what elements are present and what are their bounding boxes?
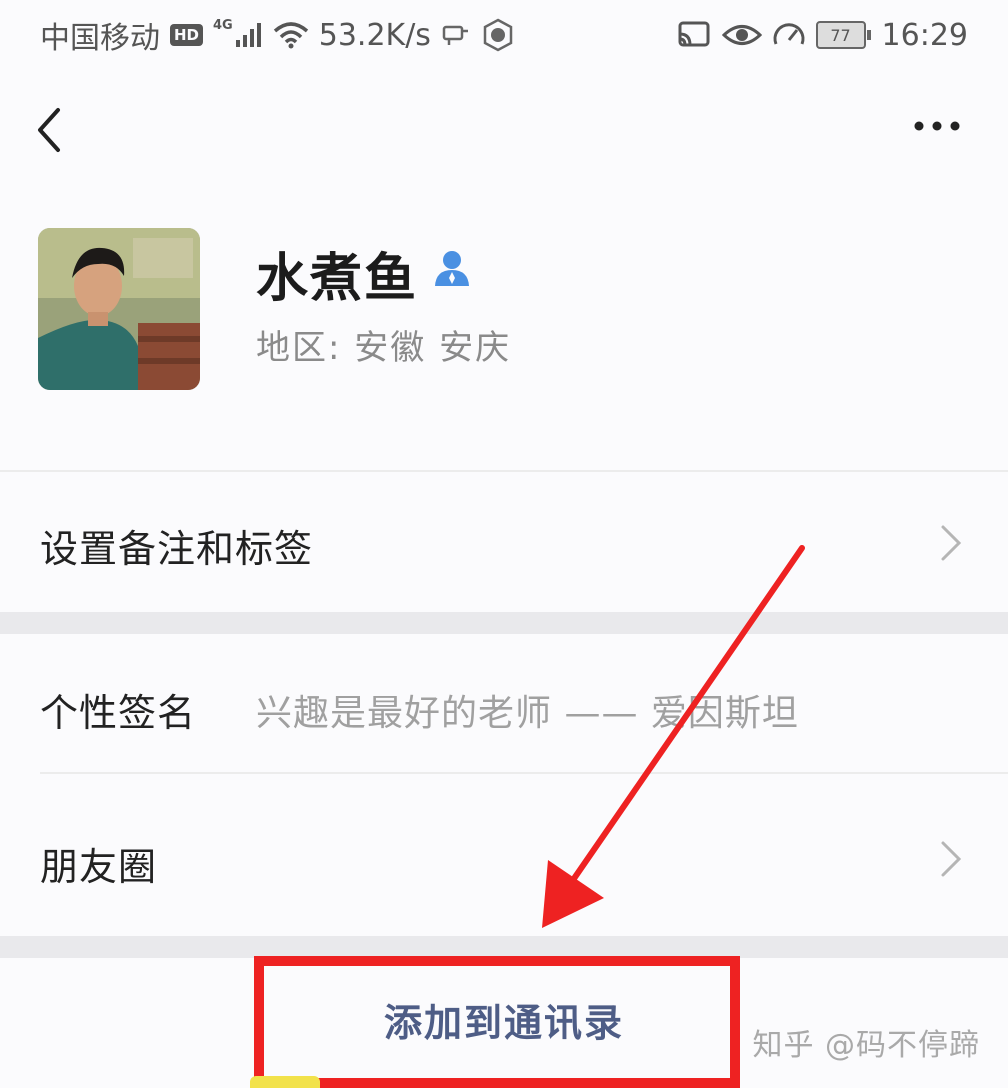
speedometer-icon xyxy=(773,23,805,45)
signature-value: 兴趣是最好的老师 —— 爱因斯坦 xyxy=(256,693,799,734)
cast-icon xyxy=(678,21,710,47)
moments-row[interactable]: 朋友圈 xyxy=(0,774,1008,936)
nav-bar xyxy=(0,80,1008,176)
battery-level: 77 xyxy=(830,25,851,45)
moments-label: 朋友圈 xyxy=(40,845,158,889)
profile-name: 水煮鱼 xyxy=(256,249,419,309)
clock: 16:29 xyxy=(881,17,968,53)
notification-icon xyxy=(442,25,468,45)
battery-icon: 77 xyxy=(815,21,871,49)
signature-row: 个性签名 兴趣是最好的老师 —— 爱因斯坦 xyxy=(0,634,1008,772)
decorative-blob xyxy=(250,1076,320,1088)
status-bar: 中国移动 HD 4G 53.2K/s 77 16:29 xyxy=(0,0,1008,70)
app-icon xyxy=(483,18,513,52)
remark-label: 设置备注和标签 xyxy=(40,527,314,571)
section-gap xyxy=(0,936,1008,958)
carrier-name: 中国移动 xyxy=(40,21,160,56)
signal-icon xyxy=(235,23,261,47)
chevron-right-icon xyxy=(941,841,962,877)
eye-icon xyxy=(721,25,762,45)
verified-person-icon xyxy=(435,251,469,286)
net-speed: 53.2K/s xyxy=(318,17,431,53)
avatar[interactable] xyxy=(38,228,200,390)
remark-and-tags-row[interactable]: 设置备注和标签 xyxy=(0,472,1008,612)
wifi-icon xyxy=(273,22,308,49)
profile-header: 水煮鱼 地区: 安徽 安庆 xyxy=(0,200,1008,470)
chevron-right-icon xyxy=(941,525,962,561)
more-options-icon[interactable] xyxy=(912,118,962,134)
profile-region: 地区: 安徽 安庆 xyxy=(256,328,512,368)
back-arrow-icon[interactable] xyxy=(32,106,66,154)
watermark: 知乎 @码不停蹄 xyxy=(752,1028,980,1063)
network-type: 4G xyxy=(213,17,233,33)
section-gap xyxy=(0,612,1008,634)
highlight-box xyxy=(254,956,740,1088)
signature-label: 个性签名 xyxy=(40,691,197,735)
hd-badge: HD xyxy=(170,24,204,46)
